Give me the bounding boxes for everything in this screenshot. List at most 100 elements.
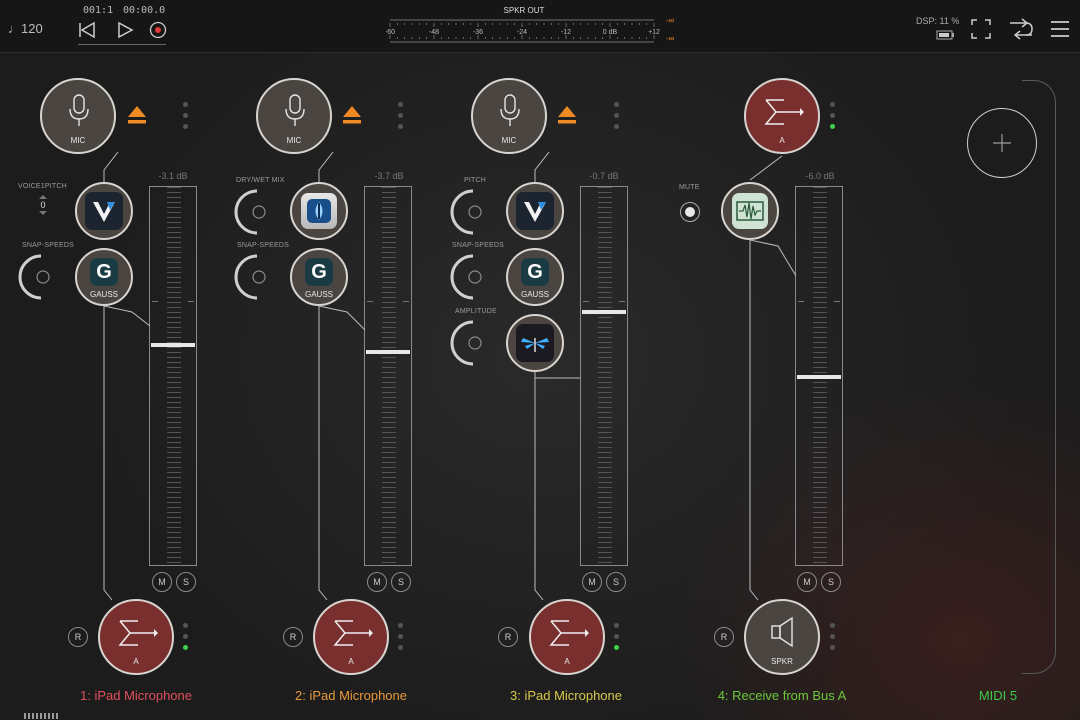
eject-icon[interactable]: [342, 105, 362, 125]
midi-5-title[interactable]: MIDI 5: [888, 688, 1080, 703]
fx-node[interactable]: [290, 182, 348, 240]
status-dot: [830, 645, 835, 650]
solo-button[interactable]: S: [606, 572, 626, 592]
fx-node-gauss[interactable]: G GAUSS: [75, 248, 133, 306]
gauss-plugin-icon: G: [521, 258, 549, 286]
status-dot: [614, 113, 619, 118]
fader-notch: [798, 301, 804, 302]
fx-node[interactable]: [506, 182, 564, 240]
status-dot: [183, 102, 188, 107]
channel-2-fader[interactable]: [364, 186, 412, 566]
fx-label: GAUSS: [89, 290, 118, 299]
mute-button[interactable]: M: [582, 572, 602, 592]
fx-node-gauss[interactable]: G GAUSS: [290, 248, 348, 306]
fader-handle[interactable]: [366, 350, 410, 354]
pitch-knob[interactable]: [450, 189, 496, 235]
solo-button[interactable]: S: [821, 572, 841, 592]
menu-icon[interactable]: [1050, 19, 1070, 39]
fader-notch: [834, 301, 840, 302]
meter-title: SPKR OUT: [503, 6, 545, 15]
channel-1-title[interactable]: 1: iPad Microphone: [26, 688, 246, 703]
solo-button[interactable]: S: [176, 572, 196, 592]
channel-4-bus-source-node[interactable]: A: [744, 78, 820, 154]
fullscreen-icon[interactable]: [970, 18, 992, 40]
blue-plugin-icon: [301, 193, 337, 229]
sigma-arrow-icon: [118, 620, 158, 646]
channel-1-source-node[interactable]: MIC: [40, 78, 116, 154]
channel-3-title[interactable]: 3: iPad Microphone: [456, 688, 676, 703]
gauss-plugin-icon: G: [90, 258, 118, 286]
output-label: A: [348, 657, 354, 666]
record-arm-button[interactable]: R: [283, 627, 303, 647]
status-dot: [398, 124, 403, 129]
record-arm-button[interactable]: R: [68, 627, 88, 647]
meter-tick-label: -12: [561, 29, 571, 36]
dry-wet-knob[interactable]: [234, 189, 280, 235]
fader-db-readout: -3.7 dB: [374, 171, 404, 181]
fader-notch: [152, 301, 158, 302]
channel-3-source-node[interactable]: MIC: [471, 78, 547, 154]
pitch-stepper[interactable]: 0: [34, 195, 52, 215]
fader-handle[interactable]: [151, 343, 195, 347]
channel-3-fader[interactable]: [580, 186, 628, 566]
status-dot: [830, 623, 835, 628]
eject-icon[interactable]: [127, 105, 147, 125]
sigma-arrow-icon: [333, 620, 373, 646]
page-indicator: [24, 713, 60, 719]
amplitude-knob[interactable]: [450, 320, 496, 366]
output-label: SPKR: [771, 657, 793, 666]
stepper-down-icon[interactable]: [39, 211, 47, 215]
snap-speeds-knob[interactable]: [18, 254, 64, 300]
meter-peak-right: -∞: [666, 34, 675, 43]
status-dot: [830, 634, 835, 639]
fader-notch: [583, 301, 589, 302]
fader-handle[interactable]: [582, 310, 626, 314]
mute-toggle[interactable]: [680, 202, 700, 222]
record-icon[interactable]: [149, 21, 167, 39]
channel-4-title[interactable]: 4: Receive from Bus A: [672, 688, 892, 703]
channel-1-output-node[interactable]: A: [98, 599, 174, 675]
microphone-icon: [500, 94, 520, 126]
eject-icon[interactable]: [557, 105, 577, 125]
fx-node-gauss[interactable]: G GAUSS: [506, 248, 564, 306]
meter-peak-left: -∞: [666, 16, 675, 25]
mute-button[interactable]: M: [152, 572, 172, 592]
fader-scale: [598, 187, 612, 565]
fader-handle[interactable]: [797, 375, 841, 379]
waveform-plugin-icon: [732, 193, 768, 229]
routing-icon[interactable]: [1008, 16, 1034, 42]
mute-button[interactable]: M: [367, 572, 387, 592]
microphone-icon: [69, 94, 89, 126]
mute-button[interactable]: M: [797, 572, 817, 592]
play-icon[interactable]: [116, 21, 134, 39]
rewind-icon[interactable]: [78, 21, 96, 39]
channel-4-fader[interactable]: [795, 186, 843, 566]
source-label: MIC: [501, 136, 517, 145]
channel-3-output-node[interactable]: A: [529, 599, 605, 675]
status-dot: [183, 623, 188, 628]
channel-1-fader[interactable]: [149, 186, 197, 566]
add-midi-button[interactable]: [967, 108, 1037, 178]
record-arm-button[interactable]: R: [498, 627, 518, 647]
snap-speeds-knob[interactable]: [450, 254, 496, 300]
channel-2-source-node[interactable]: MIC: [256, 78, 332, 154]
meter-scale: -60 -48 -36 -24 -12 0 dB +12: [385, 19, 660, 43]
gauss-plugin-icon: G: [305, 258, 333, 286]
fx-node[interactable]: [75, 182, 133, 240]
active-dot: [830, 124, 835, 129]
channel-4-speaker-node[interactable]: SPKR: [744, 599, 820, 675]
sigma-arrow-icon: [549, 620, 589, 646]
channel-2-output-node[interactable]: A: [313, 599, 389, 675]
solo-button[interactable]: S: [391, 572, 411, 592]
param-label: VOICE1PITCH: [18, 183, 67, 190]
sigma-arrow-icon: [764, 99, 804, 125]
fx-node[interactable]: [721, 182, 779, 240]
channel-2-title[interactable]: 2: iPad Microphone: [241, 688, 461, 703]
status-dot: [614, 623, 619, 628]
snap-speeds-knob[interactable]: [234, 254, 280, 300]
fader-db-readout: -6.0 dB: [805, 171, 835, 181]
fx-node[interactable]: [506, 314, 564, 372]
record-arm-button[interactable]: R: [714, 627, 734, 647]
status-dot: [398, 645, 403, 650]
tempo-display[interactable]: ♩120: [8, 21, 43, 36]
